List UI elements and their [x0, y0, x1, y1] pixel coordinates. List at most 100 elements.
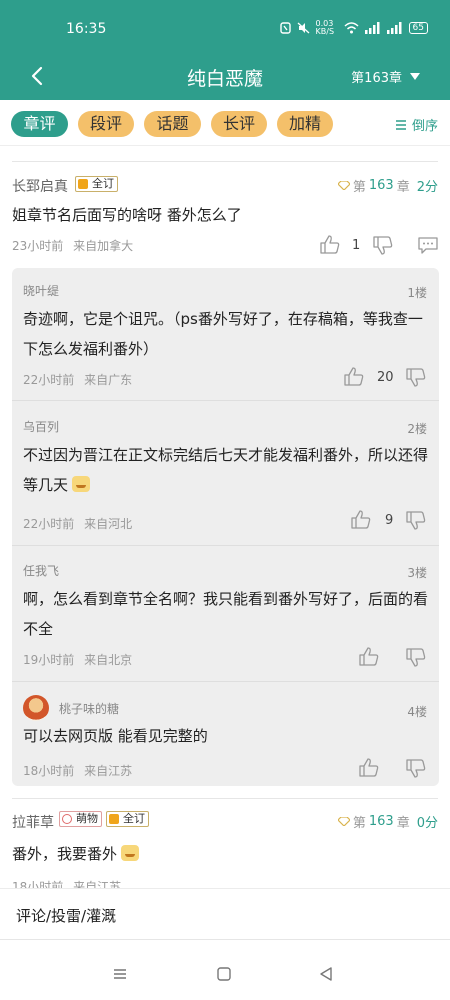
comment-username[interactable]: 拉菲草: [12, 812, 54, 832]
tab-chapter-comments[interactable]: 章评: [11, 111, 68, 137]
chapter-number: 163: [368, 178, 394, 193]
comment-text: 姐章节名后面写的啥呀 番外怎么了: [12, 206, 242, 224]
reply-location: 来自河北: [84, 517, 133, 531]
chapter-prefix: 第: [352, 816, 366, 831]
reply-text: 可以去网页版 能看见完整的: [23, 727, 208, 745]
comment-chapter-info: 第 163 章 2分: [337, 176, 438, 195]
reply-icon[interactable]: [417, 236, 439, 254]
chapter-suffix: 章: [396, 816, 410, 831]
nfc-icon: [279, 22, 291, 34]
emoji-icon: [72, 476, 91, 492]
tab-long-reviews[interactable]: 长评: [211, 111, 267, 137]
comment-input-label[interactable]: 评论/投雷/灌溉: [16, 905, 116, 926]
reply-time: 19小时前: [23, 653, 75, 667]
like-icon[interactable]: [350, 509, 372, 529]
signal-2-icon: [386, 22, 402, 34]
reply-item: 乌百列 2楼 不过因为晋江在正文标完结后七天才能发福利番外，所以还得等几天 22…: [12, 401, 439, 545]
reply-time: 22小时前: [23, 373, 75, 387]
reply-item: 桃子味的糖 4楼 可以去网页版 能看见完整的 18小时前 来自江苏: [12, 682, 439, 786]
comment-username[interactable]: 长郅启真: [12, 176, 68, 196]
reply-meta: 19小时前 来自北京: [23, 651, 132, 668]
sort-label: 倒序: [411, 119, 438, 134]
full-subscription-badge: 全订: [75, 176, 118, 192]
tab-topics[interactable]: 话题: [144, 111, 201, 137]
reply-floor: 3楼: [407, 566, 427, 580]
reply-time: 22小时前: [23, 517, 75, 531]
badge-icon: [62, 814, 72, 824]
reply-like-count: 20: [377, 370, 394, 385]
sort-icon: [395, 119, 406, 130]
reply-floor: 1楼: [407, 286, 427, 300]
badge-icon: [109, 814, 119, 824]
emoji-icon: [121, 845, 140, 861]
tab-paragraph-comments[interactable]: 段评: [78, 111, 134, 137]
battery-icon: 65: [408, 22, 428, 34]
reply-username[interactable]: 乌百列: [23, 418, 59, 435]
comment-location: 来自江苏: [73, 880, 122, 888]
diamond-icon: [337, 181, 350, 190]
chapter-number: 163: [368, 814, 394, 829]
menu-icon[interactable]: [113, 967, 127, 981]
reply-meta: 22小时前 来自广东: [23, 371, 132, 388]
comment-input-bar[interactable]: 评论/投雷/灌溉: [0, 888, 450, 940]
reply-meta: 22小时前 来自河北: [23, 515, 132, 532]
reply-item: 晓叶缇 1楼 奇迹啊，它是个诅咒。（ps番外写好了，在存稿箱，等我查一下怎么发福…: [12, 268, 439, 400]
chapter-selector[interactable]: 第163章: [351, 67, 420, 86]
reply-time: 18小时前: [23, 764, 75, 778]
net-speed: 0.03 KB/S: [315, 19, 335, 36]
comment-meta: 18小时前 来自江苏: [12, 878, 121, 888]
avatar[interactable]: [23, 695, 49, 721]
comment-item: 拉菲草 萌物 全订 第 163 章 0分 番外，我要番外 18小时前 来自江苏: [0, 800, 450, 888]
comment-score: 2分: [416, 180, 438, 195]
status-bar: 16:35 0.03 KB/S 65: [0, 0, 450, 56]
reply-username[interactable]: 晓叶缇: [23, 282, 59, 299]
reply-location: 来自江苏: [84, 764, 133, 778]
comment-chapter-info: 第 163 章 0分: [337, 812, 438, 831]
diamond-icon: [337, 817, 350, 826]
comment-time: 23小时前: [12, 239, 64, 253]
like-icon[interactable]: [358, 646, 380, 666]
like-count: 1: [352, 238, 361, 253]
reply-meta: 18小时前 来自江苏: [23, 762, 132, 779]
like-icon[interactable]: [319, 234, 341, 254]
replies-box: 晓叶缇 1楼 奇迹啊，它是个诅咒。（ps番外写好了，在存稿箱，等我查一下怎么发福…: [12, 268, 439, 786]
scrolled-row-remnant: [12, 146, 438, 162]
like-icon[interactable]: [358, 757, 380, 777]
reply-text: 啊，怎么看到章节全名啊？我只能看到番外写好了，后面的看不全: [23, 590, 429, 638]
status-time: 16:35: [66, 21, 107, 37]
comment-score: 0分: [416, 816, 438, 831]
back-icon[interactable]: [319, 967, 333, 981]
tab-featured[interactable]: 加精: [277, 111, 333, 137]
comment-location: 来自加拿大: [73, 239, 134, 253]
reply-text: 奇迹啊，它是个诅咒。（ps番外写好了，在存稿箱，等我查一下怎么发福利番外）: [23, 310, 423, 358]
badge-label: 全订: [123, 812, 145, 825]
dislike-icon[interactable]: [372, 236, 394, 256]
like-icon[interactable]: [343, 366, 365, 386]
signal-icon: [364, 22, 380, 34]
chapter-prefix: 第: [352, 180, 366, 195]
comment-text: 番外，我要番外: [12, 843, 140, 864]
reply-location: 来自北京: [84, 653, 133, 667]
reply-location: 来自广东: [84, 373, 133, 387]
comment-text-content: 番外，我要番外: [12, 845, 118, 863]
sort-order-button[interactable]: 倒序: [395, 115, 438, 134]
badge-label: 萌物: [76, 812, 98, 825]
home-icon[interactable]: [217, 967, 231, 981]
dropdown-triangle-icon: [410, 73, 420, 80]
reply-text: 不过因为晋江在正文标完结后七天才能发福利番外，所以还得等几天: [23, 440, 428, 500]
full-subscription-badge: 全订: [106, 811, 149, 827]
mute-icon: [297, 22, 309, 34]
dislike-icon[interactable]: [405, 759, 427, 779]
dislike-icon[interactable]: [405, 511, 427, 531]
wifi-icon: [344, 22, 359, 34]
comment-meta: 23小时前 来自加拿大: [12, 237, 133, 254]
reply-username[interactable]: 任我飞: [23, 562, 59, 579]
reply-item: 任我飞 3楼 啊，怎么看到章节全名啊？我只能看到番外写好了，后面的看不全 19小…: [12, 546, 439, 681]
badge-icon: [78, 179, 88, 189]
status-icons: 0.03 KB/S 65: [279, 19, 428, 36]
app-header: 纯白恶魔 第163章: [0, 56, 450, 100]
reply-like-count: 9: [385, 513, 394, 528]
dislike-icon[interactable]: [405, 368, 427, 388]
dislike-icon[interactable]: [405, 648, 427, 668]
reply-username[interactable]: 桃子味的糖: [59, 700, 119, 717]
